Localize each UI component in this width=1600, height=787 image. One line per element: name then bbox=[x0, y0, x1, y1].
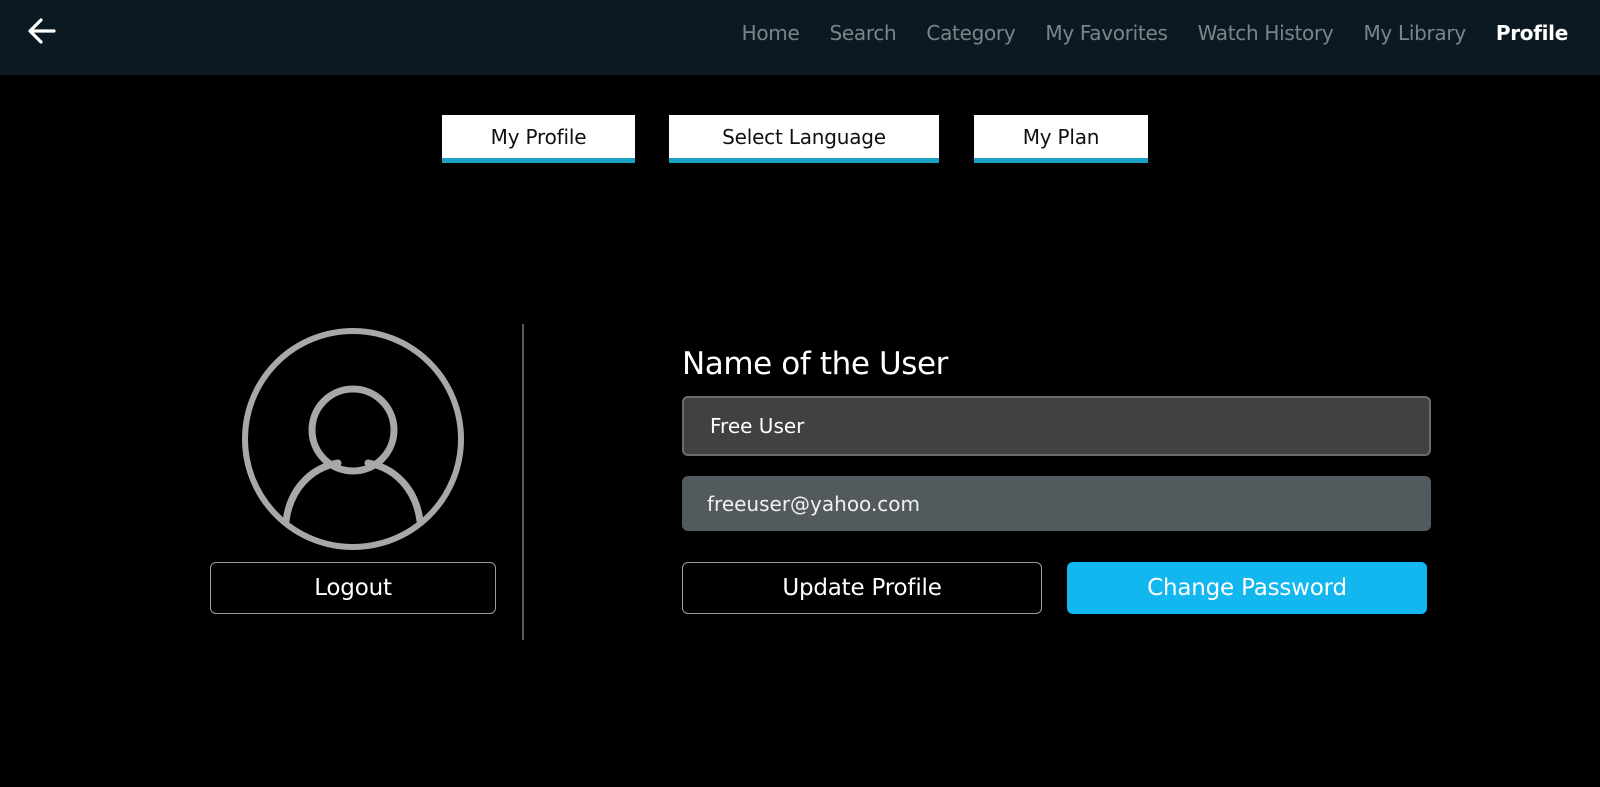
nav-my-library[interactable]: My Library bbox=[1363, 21, 1466, 45]
logout-button[interactable]: Logout bbox=[210, 562, 496, 614]
back-button[interactable] bbox=[24, 14, 60, 48]
nav-home[interactable]: Home bbox=[742, 21, 800, 45]
nav-category[interactable]: Category bbox=[926, 21, 1015, 45]
nav-search[interactable]: Search bbox=[829, 21, 896, 45]
update-profile-button[interactable]: Update Profile bbox=[682, 562, 1042, 614]
nav-watch-history[interactable]: Watch History bbox=[1198, 21, 1334, 45]
tab-my-profile[interactable]: My Profile bbox=[442, 115, 635, 163]
change-password-button[interactable]: Change Password bbox=[1067, 562, 1427, 614]
nav-profile[interactable]: Profile bbox=[1496, 21, 1568, 45]
main-nav: Home Search Category My Favorites Watch … bbox=[742, 0, 1569, 66]
name-input[interactable] bbox=[682, 396, 1431, 456]
arrow-left-icon bbox=[28, 18, 56, 44]
user-avatar-icon bbox=[242, 328, 464, 550]
vertical-divider bbox=[522, 324, 524, 640]
email-field[interactable] bbox=[682, 476, 1431, 531]
top-navigation-bar: Home Search Category My Favorites Watch … bbox=[0, 0, 1600, 75]
tab-my-plan[interactable]: My Plan bbox=[974, 115, 1148, 163]
nav-my-favorites[interactable]: My Favorites bbox=[1045, 21, 1168, 45]
name-field-title: Name of the User bbox=[682, 346, 949, 382]
tab-select-language[interactable]: Select Language bbox=[669, 115, 939, 163]
